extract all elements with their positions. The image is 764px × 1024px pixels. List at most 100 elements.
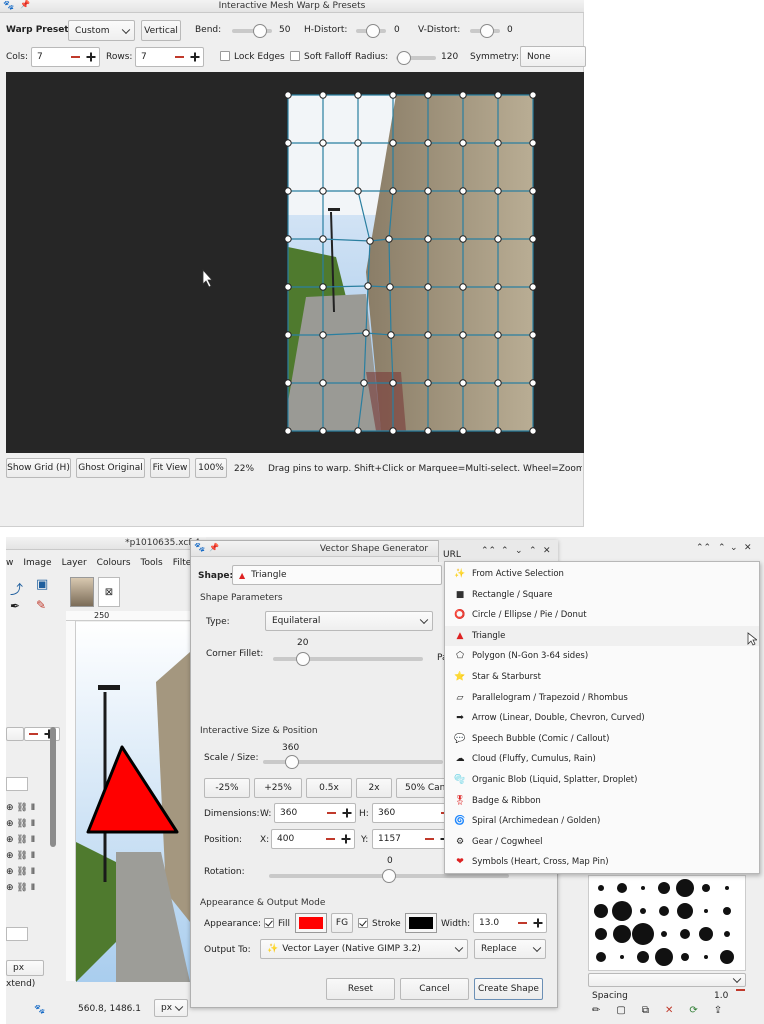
- brush-preview[interactable]: [720, 950, 734, 964]
- x-increment[interactable]: [338, 830, 354, 848]
- link-icon[interactable]: ⊕ ⛓ Ⅱ: [6, 848, 62, 864]
- scale-double-button[interactable]: 2x: [356, 778, 392, 798]
- mesh-pin[interactable]: [354, 139, 362, 147]
- color-picker-icon[interactable]: ✒: [10, 599, 20, 613]
- mesh-pin[interactable]: [389, 427, 397, 435]
- menu-item[interactable]: Tools: [141, 558, 163, 572]
- scale-minus-25-button[interactable]: -25%: [204, 778, 250, 798]
- mesh-pin[interactable]: [360, 379, 368, 387]
- bend-slider[interactable]: [232, 24, 272, 38]
- refresh-brush-icon[interactable]: ⟳: [689, 1005, 697, 1019]
- link-icon[interactable]: ⊕ ⛓ Ⅱ: [6, 800, 62, 816]
- mesh-pin[interactable]: [459, 91, 467, 99]
- height-spinner[interactable]: 360: [372, 803, 454, 823]
- mesh-pin[interactable]: [529, 283, 537, 291]
- scale-plus-25-button[interactable]: +25%: [254, 778, 302, 798]
- edit-brush-icon[interactable]: ✏: [592, 1005, 600, 1019]
- cancel-button[interactable]: Cancel: [400, 978, 469, 1000]
- eraser-icon[interactable]: ✎: [36, 598, 46, 612]
- shape-menu-item[interactable]: 💬 Speech Bubble (Comic / Callout): [445, 729, 759, 749]
- brush-preview[interactable]: [677, 903, 693, 919]
- link-icon[interactable]: ⊕ ⛓ Ⅱ: [6, 880, 62, 896]
- shape-menu-item[interactable]: ⬠ Polygon (N-Gon 3-64 sides): [445, 646, 759, 666]
- shape-menu-item[interactable]: ☁ Cloud (Fluffy, Cumulus, Rain): [445, 749, 759, 769]
- new-brush-icon[interactable]: ▢: [616, 1005, 625, 1019]
- mesh-pin[interactable]: [284, 139, 292, 147]
- width-value[interactable]: 360: [275, 808, 323, 818]
- stroke-width-spinner[interactable]: 13.0: [473, 913, 547, 933]
- brush-preview[interactable]: [725, 886, 729, 890]
- mesh-pin[interactable]: [319, 139, 327, 147]
- x-position-value[interactable]: 400: [272, 834, 322, 844]
- cols-value[interactable]: 7: [32, 52, 67, 62]
- mesh-pin[interactable]: [389, 91, 397, 99]
- spacing-decrement[interactable]: [736, 990, 746, 1002]
- dock-field[interactable]: [6, 777, 28, 791]
- radius-slider[interactable]: [396, 51, 436, 65]
- mesh-pin[interactable]: [529, 187, 537, 195]
- stroke-color-swatch[interactable]: [405, 913, 437, 933]
- mesh-pin[interactable]: [424, 331, 432, 339]
- mesh-pin[interactable]: [459, 331, 467, 339]
- brush-preview[interactable]: [612, 901, 632, 921]
- brush-preview[interactable]: [637, 951, 649, 963]
- image-tab-thumb[interactable]: [70, 577, 94, 607]
- shape-menu-item[interactable]: 🌀 Spiral (Archimedean / Golden): [445, 811, 759, 831]
- x-decrement[interactable]: [322, 830, 338, 848]
- zoom-100-button[interactable]: 100%: [195, 458, 227, 478]
- output-mode-select[interactable]: Replace: [474, 939, 546, 959]
- x-position-spinner[interactable]: 400: [271, 829, 355, 849]
- shade-icon[interactable]: ⌃: [718, 543, 726, 553]
- fg-button[interactable]: FG: [331, 913, 353, 933]
- mesh-pin[interactable]: [284, 379, 292, 387]
- rows-increment[interactable]: [187, 48, 203, 66]
- dock-field-2[interactable]: [6, 927, 28, 941]
- brush-preview[interactable]: [676, 879, 694, 897]
- brush-preview[interactable]: [658, 882, 670, 894]
- create-shape-button[interactable]: Create Shape: [474, 978, 543, 1000]
- brush-grid[interactable]: [588, 875, 746, 971]
- path-tool-icon[interactable]: ⤴: [10, 579, 23, 598]
- left-dock-combo[interactable]: [6, 727, 24, 741]
- link-icon[interactable]: ⊕ ⛓ Ⅱ: [6, 816, 62, 832]
- brush-preview[interactable]: [661, 931, 667, 937]
- shape-menu-item[interactable]: ⭕ Circle / Ellipse / Pie / Donut: [445, 605, 759, 625]
- stroke-checkbox[interactable]: [358, 918, 368, 928]
- mesh-pin[interactable]: [319, 427, 327, 435]
- hdistort-slider[interactable]: [356, 24, 386, 38]
- mesh-pin[interactable]: [319, 187, 327, 195]
- brush-preview[interactable]: [681, 953, 689, 961]
- warp-preset-select[interactable]: Custom: [68, 20, 135, 41]
- vdistort-slider[interactable]: [470, 24, 500, 38]
- output-select[interactable]: ✨ Vector Layer (Native GIMP 3.2): [260, 939, 468, 959]
- mesh-pin[interactable]: [494, 331, 502, 339]
- mesh-pin[interactable]: [529, 427, 537, 435]
- brush-preview[interactable]: [632, 923, 654, 945]
- pin-icon[interactable]: 📌: [20, 0, 30, 9]
- cols-increment[interactable]: [83, 48, 99, 66]
- mesh-pin[interactable]: [389, 139, 397, 147]
- mesh-pin[interactable]: [494, 187, 502, 195]
- rows-value[interactable]: 7: [136, 52, 171, 62]
- height-value[interactable]: 360: [373, 808, 437, 818]
- rows-spinner[interactable]: 7: [135, 47, 204, 67]
- mesh-pin[interactable]: [284, 331, 292, 339]
- fill-checkbox[interactable]: [264, 918, 274, 928]
- shape-menu-item[interactable]: ✨ From Active Selection: [445, 564, 759, 584]
- bend-slider-knob[interactable]: [253, 24, 267, 38]
- mesh-pin[interactable]: [494, 427, 502, 435]
- fill-color-swatch[interactable]: [295, 913, 327, 933]
- mesh-pin[interactable]: [459, 187, 467, 195]
- radius-slider-knob[interactable]: [397, 51, 411, 65]
- mesh-pin[interactable]: [354, 427, 362, 435]
- vertical-button[interactable]: Vertical: [141, 20, 181, 41]
- mesh-pin[interactable]: [284, 91, 292, 99]
- export-brush-icon[interactable]: ⇪: [714, 1005, 722, 1019]
- brush-preview[interactable]: [680, 929, 690, 939]
- y-decrement[interactable]: [421, 830, 437, 848]
- brush-preview[interactable]: [613, 925, 631, 943]
- soft-falloff-checkbox[interactable]: [290, 51, 300, 61]
- mesh-pin[interactable]: [494, 91, 502, 99]
- mesh-pin[interactable]: [459, 379, 467, 387]
- restore-icon[interactable]: ⌃: [529, 546, 537, 556]
